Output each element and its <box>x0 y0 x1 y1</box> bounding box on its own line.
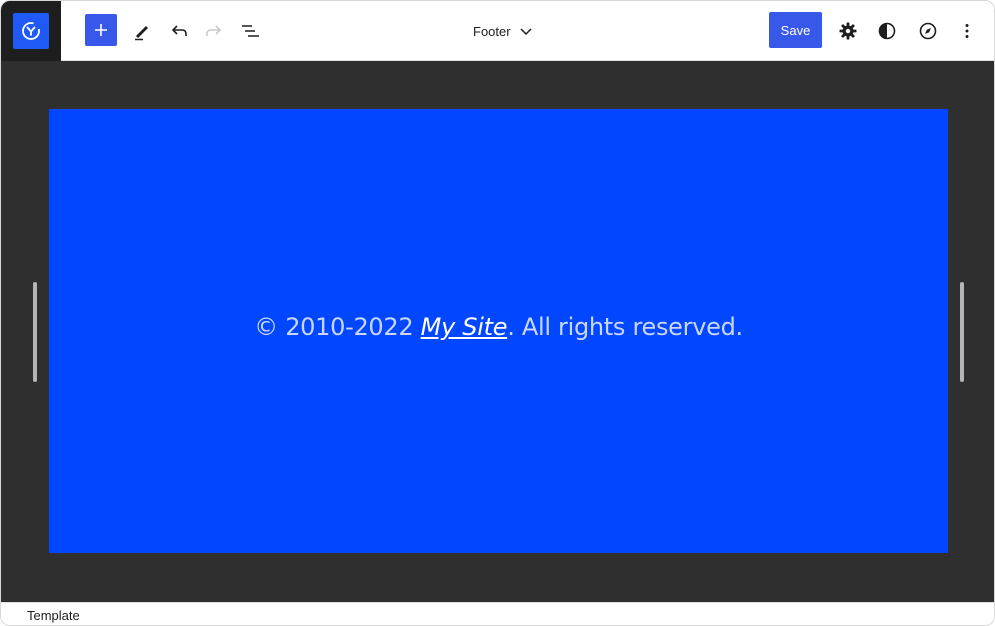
document-title: Footer <box>473 23 511 39</box>
undo-button[interactable] <box>161 13 197 49</box>
settings-button[interactable] <box>830 13 866 49</box>
site-title-link[interactable]: My Site <box>421 313 508 341</box>
breadcrumb-template[interactable]: Template <box>27 608 80 623</box>
block-breadcrumb-bar: Template <box>1 602 994 625</box>
document-title-dropdown[interactable]: Footer <box>473 19 533 43</box>
editor-canvas: © 2010-2022 My Site. All rights reserved… <box>1 61 994 602</box>
right-resize-handle[interactable] <box>960 282 964 382</box>
options-button[interactable] <box>949 13 985 49</box>
left-resize-handle[interactable] <box>33 282 37 382</box>
site-logo-icon <box>13 13 49 49</box>
editor-window: Footer Save © 2010-2022 My Site. All rig… <box>0 0 995 626</box>
copyright-prefix: © 2010-2022 <box>254 313 421 341</box>
half-circle-icon <box>878 22 896 40</box>
chevron-down-icon <box>520 28 532 36</box>
compass-icon <box>919 22 937 40</box>
list-view-button[interactable] <box>232 13 268 49</box>
footer-template-part[interactable]: © 2010-2022 My Site. All rights reserved… <box>49 109 948 553</box>
gear-icon <box>839 22 857 40</box>
site-logo-button[interactable] <box>1 1 61 61</box>
browse-button[interactable] <box>910 13 946 49</box>
more-vertical-icon <box>965 24 969 38</box>
save-button[interactable]: Save <box>769 12 822 48</box>
block-inserter-button[interactable] <box>85 14 117 46</box>
pencil-icon <box>135 26 148 41</box>
plus-icon <box>95 24 107 36</box>
copyright-suffix: . All rights reserved. <box>507 313 743 341</box>
copyright-paragraph[interactable]: © 2010-2022 My Site. All rights reserved… <box>254 313 743 341</box>
top-toolbar: Footer Save <box>1 1 994 61</box>
list-view-icon <box>242 25 259 37</box>
tools-button[interactable] <box>124 13 160 49</box>
undo-icon <box>171 25 187 36</box>
redo-icon <box>206 25 222 36</box>
redo-button[interactable] <box>196 13 232 49</box>
styles-button[interactable] <box>869 13 905 49</box>
